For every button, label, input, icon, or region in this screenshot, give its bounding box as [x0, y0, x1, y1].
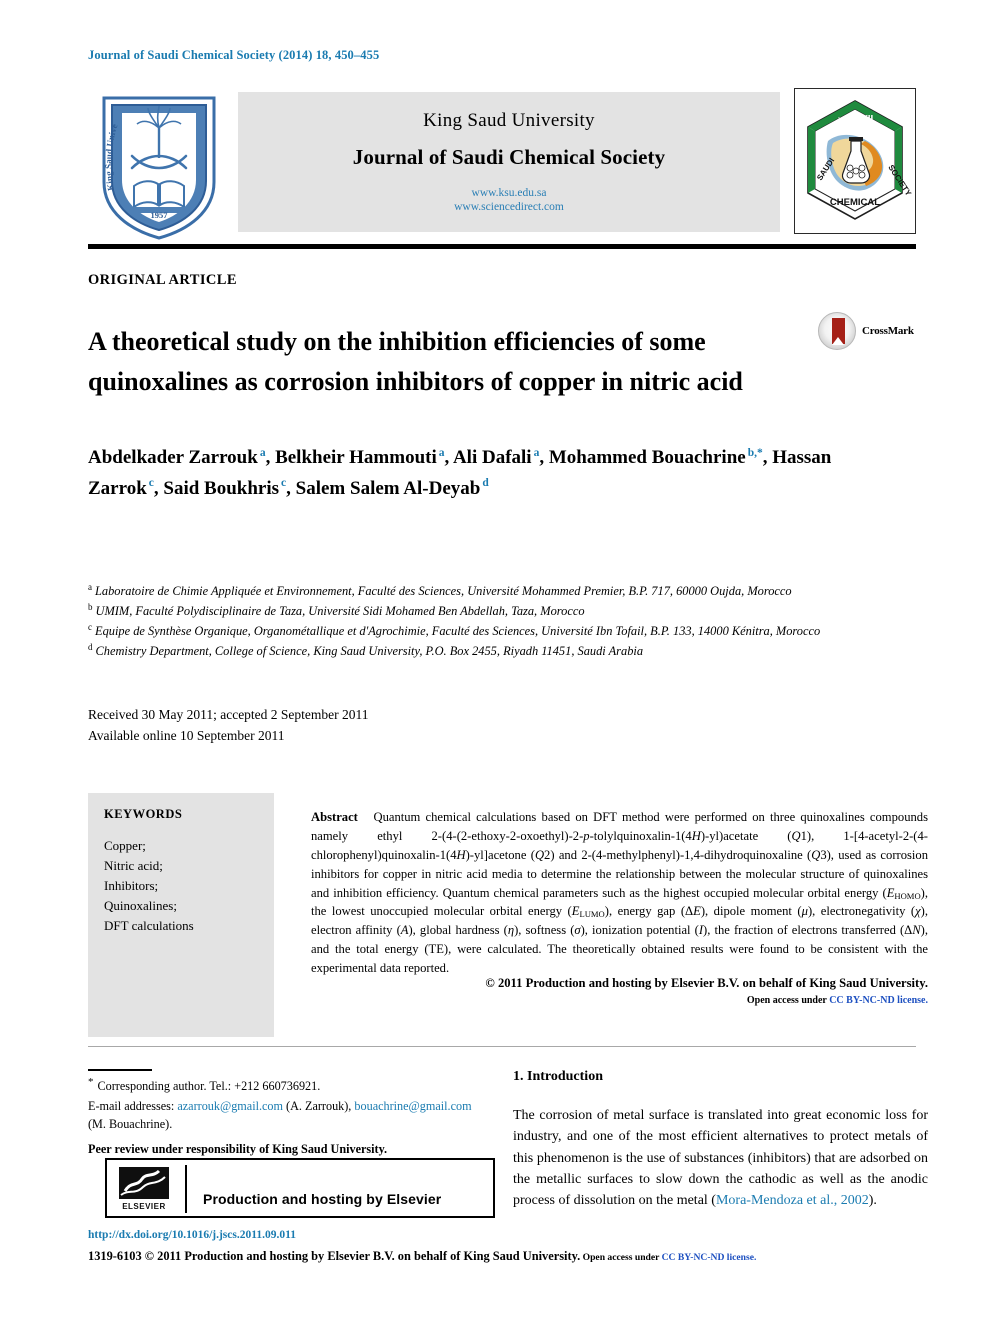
abstract-label: Abstract [311, 810, 358, 824]
link-ksu-website[interactable]: www.ksu.edu.sa [238, 186, 780, 200]
author-list: Abdelkader Zarrouk a, Belkheir Hammouti a,… [88, 446, 832, 499]
date-available: Available online 10 September 2011 [88, 727, 285, 743]
footnote-block: * Corresponding author. Tel.: +212 660736… [88, 1074, 488, 1160]
crossmark-label: CrossMark [862, 325, 914, 337]
abstract-text: Abstract Quantum chemical calculations ba… [311, 808, 928, 978]
open-access-license-link[interactable]: CC BY-NC-ND license. [829, 995, 928, 1006]
keywords-box: KEYWORDS Copper; Nitric acid; Inhibitors; Q… [88, 793, 274, 1037]
production-hosting-box: ELSEVIER Production and hosting by Elsev… [105, 1158, 495, 1218]
publisher-name: King Saud University [423, 110, 595, 131]
abstract-body: Quantum chemical calculations based on D… [311, 810, 928, 976]
author-affiliation-mark: a [533, 446, 540, 459]
introduction-paragraph: The corrosion of metal surface is transl… [513, 1105, 928, 1211]
masthead-rule [88, 244, 916, 249]
author-affiliation-mark: c [148, 477, 154, 490]
author-affiliation-mark: b,* [747, 446, 763, 459]
author-affiliation-mark: a [438, 446, 445, 459]
doi-link[interactable]: http://dx.doi.org/10.1016/j.jscs.2011.09… [88, 1229, 296, 1241]
author-affiliation-mark: d [482, 477, 489, 490]
footnote-rule [88, 1069, 152, 1071]
keyword-item: Quinoxalines; [104, 898, 177, 914]
crossmark-badge[interactable]: CrossMark [818, 312, 922, 352]
article-first-page: Journal of Saudi Chemical Society (2014)… [0, 0, 992, 1323]
crossmark-ribbon-icon [832, 318, 845, 345]
date-received: Received 30 May 2011; accepted 2 Septemb… [88, 707, 369, 722]
production-hosting-label: Production and hosting by Elsevier [203, 1191, 442, 1207]
issn-text: 1319-6103 © 2011 Production and hosting … [88, 1249, 581, 1263]
crossmark-circle-icon [818, 312, 856, 350]
email-label: E-mail addresses: [88, 1098, 178, 1113]
keyword-item: Nitric acid; [104, 858, 163, 874]
running-head: Journal of Saudi Chemical Society (2014)… [88, 48, 380, 62]
journal-name: Journal of Saudi Chemical Society [352, 145, 666, 169]
journal-masthead: King Saud University 1957 King Saud Univ… [86, 82, 916, 240]
email-2-owner: (M. Bouachrine). [88, 1116, 173, 1131]
corresponding-author-note: * Corresponding author. Tel.: +212 660736… [88, 1074, 488, 1096]
article-dates: Received 30 May 2011; accepted 2 Septemb… [88, 705, 369, 746]
affiliation-mark: d [88, 641, 93, 652]
keywords-heading: KEYWORDS [104, 807, 183, 821]
content-divider [88, 1046, 916, 1047]
affiliation-item: b UMIM, Faculté Polydisciplinaire de Taza… [88, 601, 585, 619]
footer-open-access-prefix: Open access under [580, 1252, 662, 1263]
elsevier-box-divider [185, 1165, 187, 1213]
keyword-item: Copper; [104, 838, 146, 853]
corresponding-author-text: Corresponding author. Tel.: +212 6607369… [97, 1079, 321, 1094]
link-sciencedirect[interactable]: www.sciencedirect.com [238, 200, 780, 214]
doi-line: http://dx.doi.org/10.1016/j.jscs.2011.09… [88, 1229, 296, 1241]
king-saud-university-logo-icon: King Saud University 1957 [86, 82, 230, 240]
affiliation-mark: b [88, 601, 93, 612]
author-name: Mohammed Bouachrine [548, 447, 746, 468]
open-access-prefix: Open access under [746, 995, 830, 1006]
svg-text:CHEMICAL: CHEMICAL [830, 197, 880, 208]
author-name: Salem Salem Al-Deyab [295, 477, 481, 499]
affiliation-item: a Laboratoire de Chimie Appliquée et Envi… [88, 582, 792, 599]
author-name: Belkheir Hammouti [275, 447, 437, 468]
citation-link-mora-mendoza[interactable]: Mora-Mendoza et al., 2002 [716, 1193, 869, 1208]
footer-license-link[interactable]: CC BY-NC-ND license. [662, 1252, 757, 1263]
author-name: Ali Dafali [452, 447, 532, 468]
author-name: Abdelkader Zarrouk [88, 447, 258, 468]
keywords-list: Copper; Nitric acid; Inhibitors; Quinoxalin… [104, 836, 258, 936]
issn-copyright-line: 1319-6103 © 2011 Production and hosting … [88, 1249, 756, 1264]
article-type-kicker: ORIGINAL ARTICLE [88, 272, 237, 288]
affiliation-item: c Equipe de Synthèse Organique, Organomét… [88, 621, 821, 639]
journal-links: www.ksu.edu.sa www.sciencedirect.com [238, 186, 780, 215]
affiliation-mark: c [88, 621, 92, 632]
keyword-item: DFT calculations [104, 918, 194, 934]
keyword-item: Inhibitors; [104, 878, 159, 894]
abstract-open-access: Open access under CC BY-NC-ND license. [311, 995, 928, 1006]
page-title: A theoretical study on the inhibition ef… [88, 327, 743, 396]
intro-text-suffix: ). [868, 1193, 877, 1209]
email-1-owner: (A. Zarrouk), [283, 1098, 355, 1113]
asterisk-marker: * [88, 1076, 94, 1088]
author-affiliation-mark: a [259, 446, 266, 459]
email-addresses-note: E-mail addresses: azarrouk@gmail.com (A.… [88, 1098, 488, 1134]
svg-text:الكيميائية: الكيميائية [837, 114, 874, 123]
elsevier-wordmark: ELSEVIER [122, 1202, 166, 1211]
journal-title-band: King Saud University Journal of Saudi Ch… [238, 92, 780, 232]
elsevier-logo-icon: ELSEVIER [115, 1165, 173, 1213]
svg-text:1957: 1957 [151, 210, 169, 220]
affiliation-mark: a [88, 582, 92, 592]
section-heading-introduction: 1. Introduction [513, 1069, 603, 1084]
email-link-bouachrine[interactable]: bouachrine@gmail.com [354, 1099, 471, 1113]
saudi-chemical-society-logo-icon: الكيميائية CHEMICAL SAUDI SOCIETY [794, 88, 916, 234]
email-link-zarrouk[interactable]: azarrouk@gmail.com [177, 1099, 283, 1113]
author-name: Said Boukhris [163, 477, 280, 499]
peer-review-note: Peer review under responsibility of King… [88, 1141, 388, 1156]
affiliation-list: a Laboratoire de Chimie Appliquée et Envi… [88, 581, 928, 661]
affiliation-item: d Chemistry Department, College of Scienc… [88, 641, 644, 659]
abstract-copyright: © 2011 Production and hosting by Elsevie… [485, 976, 928, 990]
author-affiliation-mark: c [281, 477, 287, 490]
